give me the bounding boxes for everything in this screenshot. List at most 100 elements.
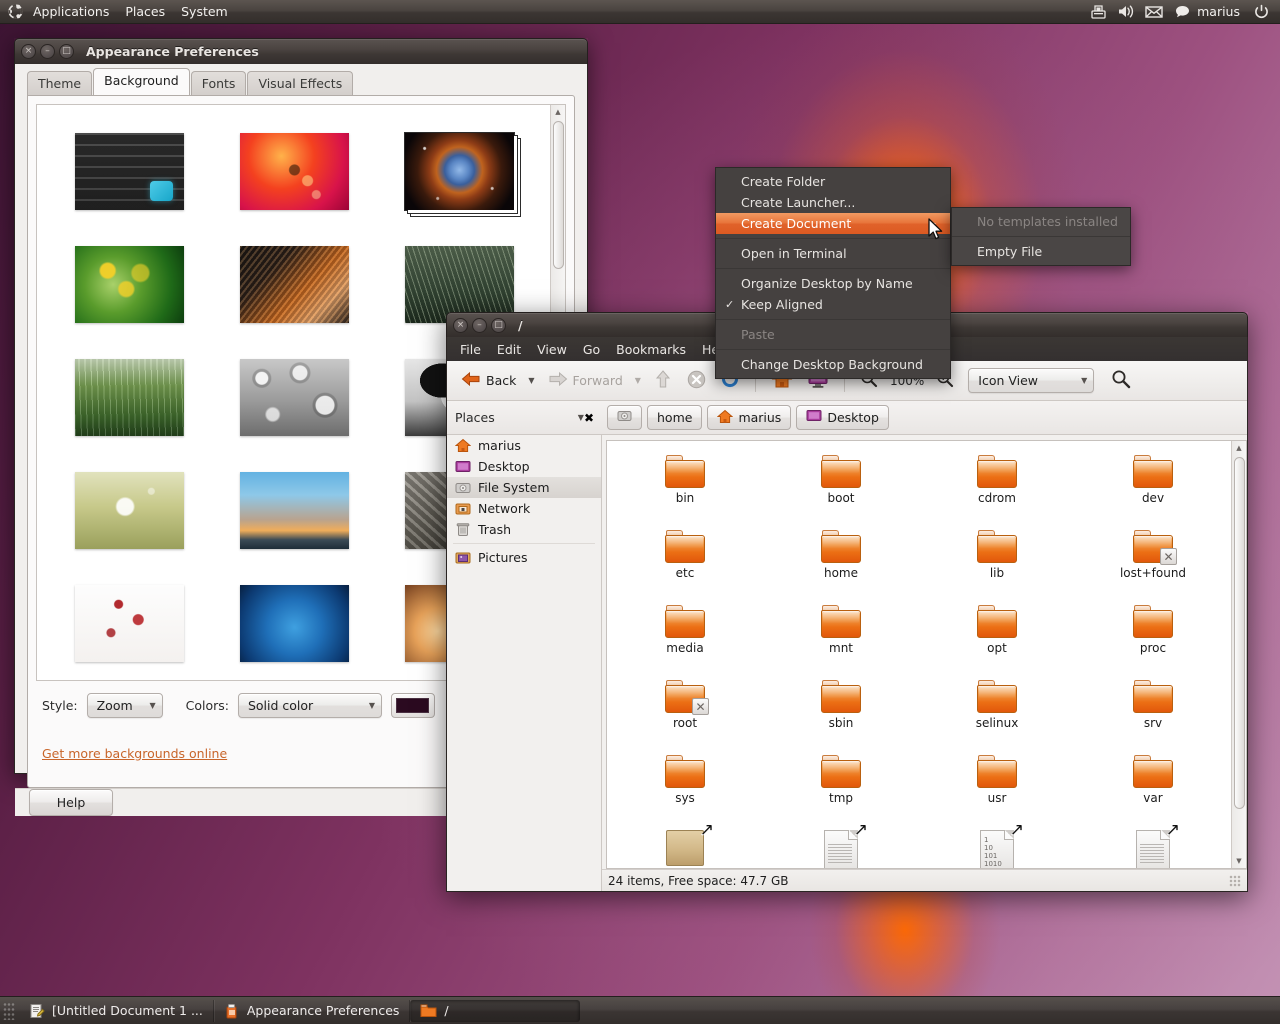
- wallpaper-thumb-yellow-flower-leaf[interactable]: [75, 246, 184, 323]
- menu-go[interactable]: Go: [575, 339, 608, 360]
- scroll-track[interactable]: [1233, 455, 1246, 854]
- scroll-down-button[interactable]: ▼: [1233, 854, 1246, 868]
- close-button[interactable]: ×: [453, 317, 468, 333]
- scroll-up-button[interactable]: ▲: [1233, 441, 1246, 455]
- get-more-backgrounds-link[interactable]: Get more backgrounds online: [42, 746, 227, 761]
- file-item[interactable]: ↗: [786, 822, 896, 868]
- back-history-dropdown[interactable]: ▼: [525, 376, 537, 385]
- help-button[interactable]: Help: [29, 789, 113, 816]
- wallpaper-thumb-red-apple-droplets[interactable]: [240, 133, 349, 210]
- chat-bubble-icon[interactable]: [1169, 1, 1195, 23]
- resize-grip[interactable]: [1229, 874, 1241, 887]
- file-item[interactable]: dev: [1098, 455, 1208, 530]
- file-item[interactable]: usr: [942, 755, 1052, 830]
- search-button[interactable]: [1106, 366, 1136, 395]
- file-item[interactable]: mnt: [786, 605, 896, 680]
- menu-file[interactable]: File: [452, 339, 489, 360]
- tab-background[interactable]: Background: [93, 68, 190, 95]
- wallpaper-thumb-helix-nebula[interactable]: [405, 133, 514, 210]
- close-sidebar-icon[interactable]: ✖: [584, 411, 594, 425]
- minimize-button[interactable]: –: [472, 317, 487, 333]
- submenu-empty-file[interactable]: Empty File: [952, 241, 1130, 262]
- place-item-desktop[interactable]: Desktop: [447, 456, 601, 477]
- maximize-button[interactable]: □: [491, 317, 506, 333]
- panel-drag-handle[interactable]: [3, 1001, 15, 1020]
- wallpaper-thumb-orange-feather[interactable]: [240, 246, 349, 323]
- wallpaper-thumb-wood-blue-cube[interactable]: [75, 133, 184, 210]
- colors-combobox[interactable]: Solid color ▼: [237, 693, 382, 718]
- power-icon[interactable]: [1248, 1, 1274, 23]
- menu-view[interactable]: View: [529, 339, 575, 360]
- scroll-thumb[interactable]: [1233, 457, 1245, 809]
- messaging-envelope-icon[interactable]: [1141, 1, 1167, 23]
- file-item[interactable]: selinux: [942, 680, 1052, 755]
- background-color-button[interactable]: [390, 693, 435, 718]
- file-item[interactable]: opt: [942, 605, 1052, 680]
- file-item[interactable]: cdrom: [942, 455, 1052, 530]
- place-item-file-system[interactable]: File System: [447, 477, 601, 498]
- tab-theme[interactable]: Theme: [27, 71, 93, 96]
- file-item[interactable]: home: [786, 530, 896, 605]
- keyboard-indicator-icon[interactable]: [1085, 1, 1111, 23]
- breadcrumb-home[interactable]: home: [647, 405, 703, 430]
- volume-icon[interactable]: [1113, 1, 1139, 23]
- taskbar-item[interactable]: [Untitled Document 1 ...: [19, 999, 214, 1022]
- wallpaper-thumb-dandelion-field[interactable]: [75, 472, 184, 549]
- file-item[interactable]: etc: [630, 530, 740, 605]
- tab-fonts[interactable]: Fonts: [190, 71, 247, 96]
- back-button[interactable]: Back: [455, 367, 521, 394]
- menu-bookmarks[interactable]: Bookmarks: [608, 339, 694, 360]
- scroll-up-button[interactable]: ▲: [552, 105, 565, 119]
- ctx-keep-aligned[interactable]: ✓ Keep Aligned: [716, 294, 950, 315]
- file-item[interactable]: ↗: [1098, 822, 1208, 868]
- menu-system[interactable]: System: [173, 1, 236, 23]
- wallpaper-thumb-water-droplets[interactable]: [240, 359, 349, 436]
- file-item[interactable]: ✕ root: [630, 680, 740, 755]
- file-item[interactable]: ↗: [630, 822, 740, 868]
- file-item[interactable]: srv: [1098, 680, 1208, 755]
- ubuntu-logo-icon[interactable]: [7, 3, 24, 20]
- ctx-create-folder[interactable]: Create Folder: [716, 171, 950, 192]
- wallpaper-thumb-sunset-sky[interactable]: [240, 472, 349, 549]
- appearance-titlebar[interactable]: × – □ Appearance Preferences: [14, 38, 588, 64]
- file-icon-view[interactable]: bin boot cdrom dev etc home lib ✕ lost+found medi…: [606, 440, 1247, 869]
- menu-applications[interactable]: Applications: [25, 1, 117, 23]
- user-name-label[interactable]: marius: [1197, 4, 1246, 19]
- breadcrumb-filesystem[interactable]: [607, 405, 642, 430]
- tab-visual-effects[interactable]: Visual Effects: [247, 71, 354, 96]
- wallpaper-thumb-blue-gradient[interactable]: [240, 585, 349, 662]
- place-item-trash[interactable]: Trash: [447, 519, 601, 540]
- file-item[interactable]: ✕ lost+found: [1098, 530, 1208, 605]
- minimize-button[interactable]: –: [40, 44, 55, 59]
- ctx-change-desktop-background[interactable]: Change Desktop Background: [716, 354, 950, 375]
- breadcrumb-desktop[interactable]: Desktop: [796, 405, 889, 430]
- place-item-network[interactable]: Network: [447, 498, 601, 519]
- ctx-create-launcher[interactable]: Create Launcher...: [716, 192, 950, 213]
- menu-edit[interactable]: Edit: [489, 339, 529, 360]
- file-item[interactable]: var: [1098, 755, 1208, 830]
- scroll-thumb[interactable]: [552, 121, 564, 269]
- breadcrumb-marius[interactable]: marius: [707, 405, 792, 430]
- close-button[interactable]: ×: [21, 44, 36, 59]
- stop-button[interactable]: [682, 367, 711, 395]
- file-item[interactable]: lib: [942, 530, 1052, 605]
- maximize-button[interactable]: □: [59, 44, 74, 59]
- ctx-open-in-terminal[interactable]: Open in Terminal: [716, 243, 950, 264]
- file-item[interactable]: media: [630, 605, 740, 680]
- view-mode-combobox[interactable]: Icon View ▼: [968, 368, 1095, 393]
- ctx-organize-desktop-by-name[interactable]: Organize Desktop by Name: [716, 273, 950, 294]
- taskbar-item[interactable]: /: [410, 999, 581, 1022]
- style-combobox[interactable]: Zoom ▼: [86, 693, 163, 718]
- place-item-pictures[interactable]: Pictures: [447, 547, 601, 568]
- file-item[interactable]: boot: [786, 455, 896, 530]
- file-item[interactable]: sys: [630, 755, 740, 830]
- file-item[interactable]: 1 10 101 1010 ↗: [942, 822, 1052, 868]
- wallpaper-thumb-green-wheat[interactable]: [75, 359, 184, 436]
- place-item-marius[interactable]: marius: [447, 435, 601, 456]
- up-button[interactable]: [648, 366, 678, 395]
- file-item[interactable]: sbin: [786, 680, 896, 755]
- file-item[interactable]: proc: [1098, 605, 1208, 680]
- file-item[interactable]: bin: [630, 455, 740, 530]
- ctx-create-document[interactable]: Create Document ▶: [716, 213, 950, 234]
- menu-places[interactable]: Places: [117, 1, 173, 23]
